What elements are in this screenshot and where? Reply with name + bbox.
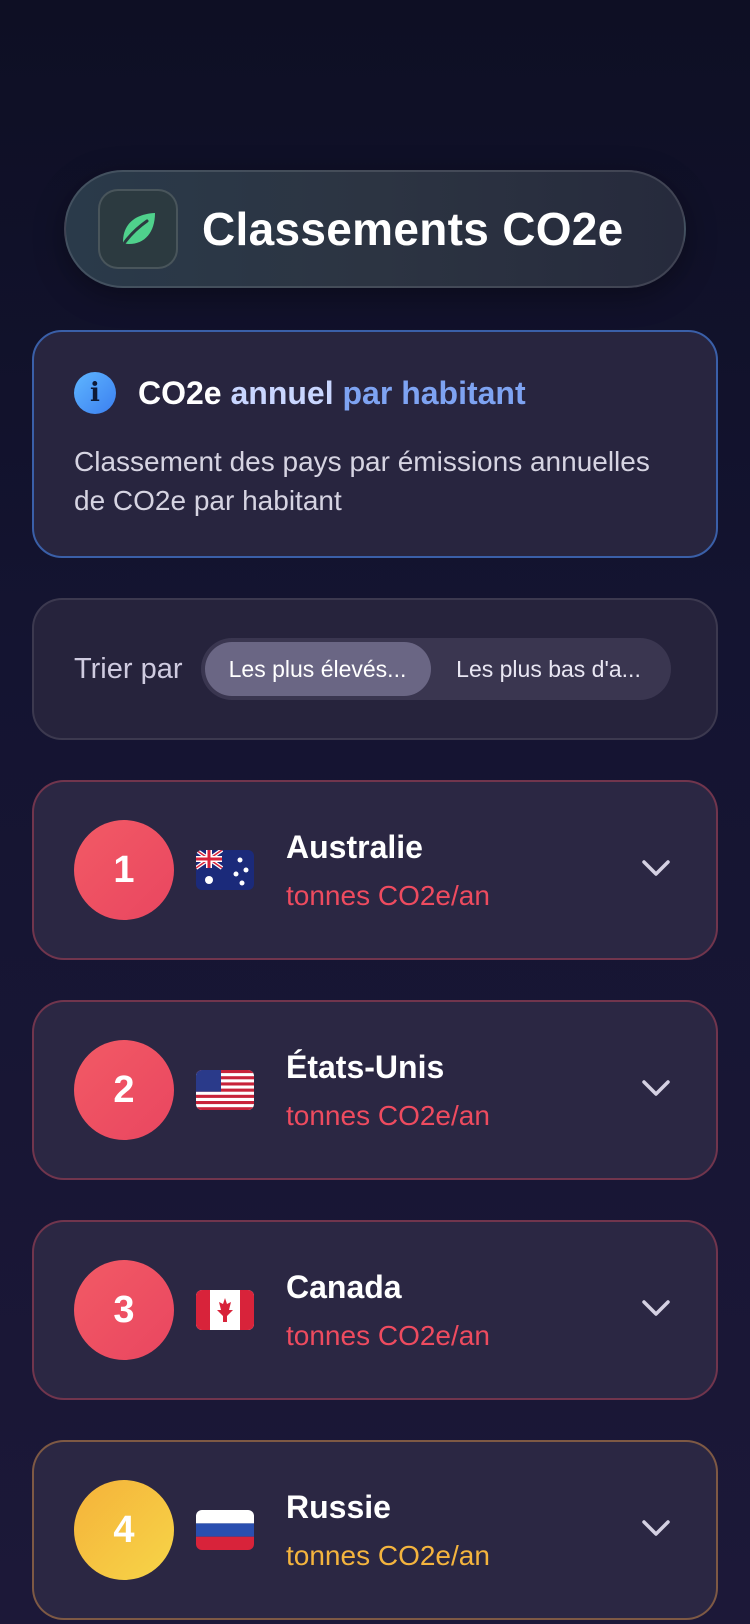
chevron-down-icon[interactable]: [636, 1288, 676, 1328]
info-icon: i: [74, 372, 116, 414]
rank-badge: 3: [74, 1260, 174, 1360]
sort-option-highest[interactable]: Les plus élevés...: [204, 642, 431, 696]
ranking-card[interactable]: 2 États-Unis tonnes CO2e/an: [32, 1000, 718, 1180]
header-pill: Classements CO2e: [64, 170, 686, 288]
info-card: i CO2e annuel par habitant Classement de…: [32, 330, 718, 558]
country-unit: tonnes CO2e/an: [286, 879, 490, 911]
chevron-down-icon[interactable]: [636, 848, 676, 888]
country-name: États-Unis: [286, 1048, 445, 1085]
country-unit: tonnes CO2e/an: [286, 1099, 490, 1131]
australia-flag-icon: [196, 850, 254, 890]
usa-flag-icon: [196, 1070, 254, 1110]
country-block: Russie tonnes CO2e/an: [286, 1489, 490, 1572]
info-description: Classement des pays par émissions annuel…: [74, 446, 650, 516]
country-unit: tonnes CO2e/an: [286, 1319, 490, 1351]
rank-badge: 4: [74, 1480, 174, 1580]
country-name: Australie: [286, 828, 423, 865]
country-name: Canada: [286, 1268, 402, 1305]
sort-option-lowest[interactable]: Les plus bas d'a...: [431, 642, 667, 696]
country-block: Canada tonnes CO2e/an: [286, 1269, 490, 1352]
info-title-part3: par habitant: [342, 374, 526, 411]
chevron-down-icon[interactable]: [636, 1068, 676, 1108]
russia-flag-icon: [196, 1510, 254, 1550]
sort-label: Trier par: [74, 652, 183, 685]
info-title-part1: CO2e: [138, 374, 222, 411]
country-block: Australie tonnes CO2e/an: [286, 829, 490, 912]
sort-card: Trier par Les plus élevés... Les plus ba…: [32, 598, 718, 740]
country-block: États-Unis tonnes CO2e/an: [286, 1049, 490, 1132]
chevron-down-icon[interactable]: [636, 1508, 676, 1548]
canada-flag-icon: [196, 1290, 254, 1330]
rank-badge: 2: [74, 1040, 174, 1140]
info-title-part2: annuel: [221, 374, 343, 411]
ranking-card[interactable]: 4 Russie tonnes CO2e/an: [32, 1440, 718, 1620]
sort-segmented-control[interactable]: Les plus élevés... Les plus bas d'a...: [200, 638, 671, 700]
country-name: Russie: [286, 1488, 391, 1525]
rank-badge: 1: [74, 820, 174, 920]
ranking-card[interactable]: 3 Canada tonnes CO2e/an: [32, 1220, 718, 1400]
leaf-icon: [98, 189, 178, 269]
ranking-card[interactable]: 1 Australie tonnes CO2e/an: [32, 780, 718, 960]
info-title: CO2e annuel par habitant: [138, 375, 526, 412]
country-unit: tonnes CO2e/an: [286, 1539, 490, 1571]
page-title: Classements CO2e: [202, 203, 624, 255]
info-header: i CO2e annuel par habitant: [74, 372, 676, 414]
